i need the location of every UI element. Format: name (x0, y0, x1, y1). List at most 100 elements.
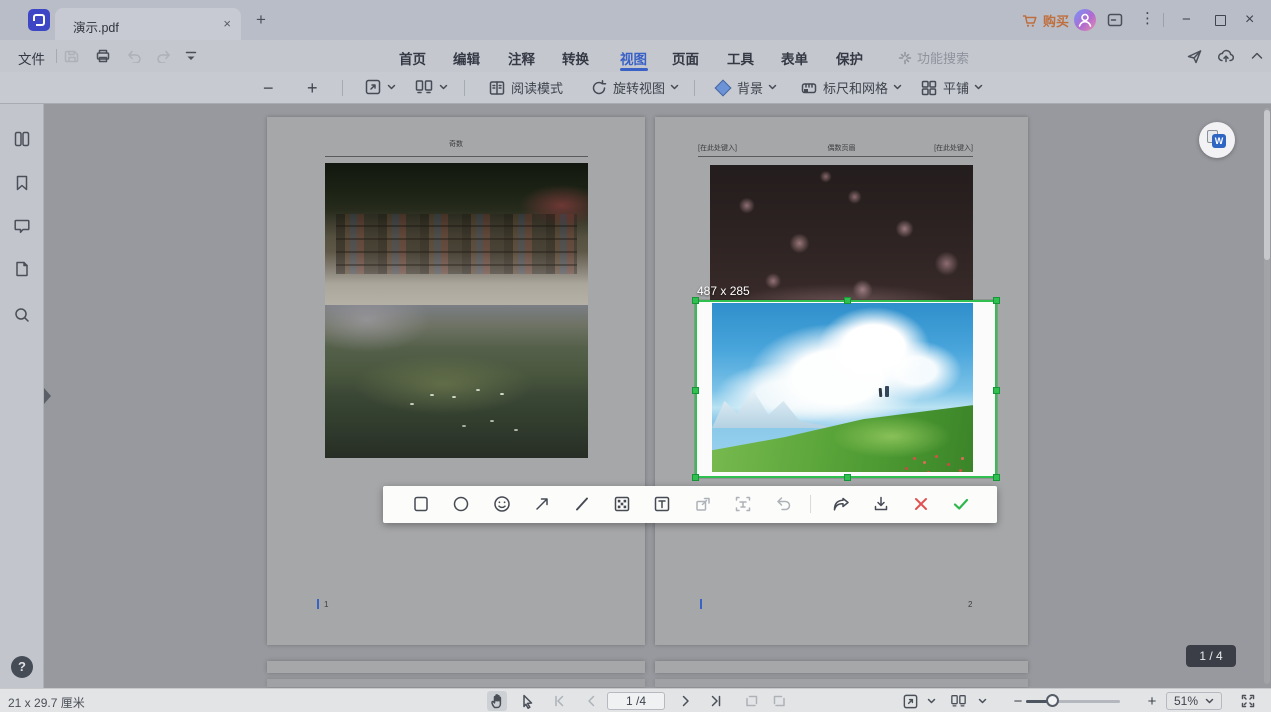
last-page-button[interactable] (706, 691, 726, 711)
text-recognition-tool-icon (733, 494, 753, 514)
text-tool-icon[interactable] (652, 494, 672, 514)
pdf-page-4-stub (655, 661, 1028, 673)
cancel-capture-icon[interactable] (911, 494, 931, 514)
zoom-in-button[interactable]: + (307, 78, 318, 99)
help-button[interactable]: ? (11, 656, 33, 678)
background-dropdown[interactable]: 背景 (714, 78, 777, 97)
previous-page-button[interactable] (581, 691, 601, 711)
select-tool-button[interactable] (517, 691, 537, 711)
page-number-input[interactable]: 1 /4 (607, 692, 665, 710)
first-page-button[interactable] (549, 691, 569, 711)
menu-tab-protect[interactable]: 保护 (836, 48, 863, 68)
redo-icon[interactable] (156, 49, 172, 63)
next-view-button[interactable] (769, 691, 789, 711)
ellipse-tool-icon[interactable] (451, 494, 471, 514)
feedback-icon[interactable] (1106, 11, 1124, 29)
emoji-tool-icon[interactable] (492, 494, 512, 514)
more-menu-icon[interactable]: ⋮ (1140, 11, 1155, 27)
zoom-slider-track[interactable] (1026, 700, 1120, 703)
page-view-mode-dropdown[interactable] (948, 691, 968, 711)
resize-handle-nw[interactable] (692, 297, 699, 304)
document-canvas[interactable]: 奇数 1 [在此处键入] 偶数页眉 [在此处键入] 2 (44, 104, 1271, 688)
convert-to-word-button[interactable]: W (1199, 122, 1235, 158)
resize-handle-e[interactable] (993, 387, 1000, 394)
save-icon[interactable] (64, 48, 80, 64)
save-capture-icon[interactable] (871, 494, 891, 514)
zoom-out-button[interactable]: − (263, 78, 274, 99)
previous-view-button[interactable] (741, 691, 761, 711)
app-logo-icon (28, 9, 50, 31)
menu-tab-form[interactable]: 表单 (781, 48, 808, 68)
menu-file[interactable]: 文件 (18, 48, 45, 68)
new-tab-button[interactable]: + (256, 10, 266, 30)
resize-handle-n[interactable] (844, 297, 851, 304)
quick-access-dropdown-icon[interactable] (184, 50, 198, 62)
bookmarks-panel-icon[interactable] (13, 174, 31, 192)
pointer-icon (520, 693, 535, 709)
zoom-slider-plus[interactable]: + (1142, 691, 1162, 711)
thumbnails-panel-icon[interactable] (13, 130, 31, 148)
pdf-page-stub (655, 679, 1028, 687)
resize-handle-s[interactable] (844, 474, 851, 481)
view-toolbar: − + 阅读模式 旋转视图 背景 标尺和网格 (0, 72, 1271, 104)
window-maximize-button[interactable] (1215, 15, 1226, 26)
collapse-toolbar-icon[interactable] (1250, 50, 1264, 62)
zoom-slider-thumb[interactable] (1046, 694, 1059, 707)
rectangle-tool-icon[interactable] (411, 494, 431, 514)
hand-icon (490, 693, 505, 709)
vertical-scrollbar-thumb[interactable] (1264, 110, 1270, 260)
buy-button[interactable]: 购买 (1022, 11, 1069, 30)
arrow-tool-icon[interactable] (532, 494, 552, 514)
title-bar: 演示.pdf × + 购买 ⋮ − × (0, 0, 1271, 40)
rotate-view-dropdown[interactable]: 旋转视图 (590, 78, 679, 97)
document-tab[interactable]: 演示.pdf × (55, 8, 241, 40)
share-capture-icon[interactable] (831, 494, 851, 514)
pdf-page-1[interactable]: 奇数 1 (267, 117, 645, 645)
chevron-down-icon (893, 84, 902, 91)
current-page: 1 (626, 694, 633, 708)
left-panel-bar: ? (0, 104, 44, 688)
undo-icon[interactable] (126, 49, 142, 63)
resize-handle-ne[interactable] (993, 297, 1000, 304)
attachments-panel-icon[interactable] (13, 260, 31, 278)
tile-dropdown[interactable]: 平铺 (920, 78, 983, 97)
menu-tab-home[interactable]: 首页 (399, 48, 426, 68)
divider (342, 80, 343, 96)
menu-tab-convert[interactable]: 转换 (562, 48, 589, 68)
ruler-grid-dropdown[interactable]: 标尺和网格 (800, 78, 902, 97)
fullscreen-button[interactable] (1238, 691, 1258, 711)
hand-tool-button[interactable] (487, 691, 507, 711)
fit-page-dropdown[interactable] (364, 78, 396, 96)
sidebar-expand-handle[interactable] (44, 388, 51, 404)
reading-mode-button[interactable]: 阅读模式 (488, 78, 563, 97)
mosaic-tool-icon[interactable] (612, 494, 632, 514)
chevron-down-icon[interactable] (921, 691, 941, 711)
capture-selection-region[interactable]: 487 x 285 (695, 300, 997, 478)
fit-zoom-dropdown[interactable] (900, 691, 920, 711)
share-icon[interactable] (1186, 48, 1203, 65)
zoom-level-select[interactable]: 51% (1166, 692, 1222, 710)
window-minimize-button[interactable]: − (1182, 12, 1191, 28)
resize-handle-w[interactable] (692, 387, 699, 394)
menu-tab-page[interactable]: 页面 (672, 48, 699, 68)
menu-tab-view[interactable]: 视图 (620, 48, 647, 68)
pen-tool-icon[interactable] (572, 494, 592, 514)
resize-handle-sw[interactable] (692, 474, 699, 481)
menu-tab-edit[interactable]: 编辑 (453, 48, 480, 68)
cloud-upload-icon[interactable] (1217, 48, 1235, 64)
tab-close-icon[interactable]: × (223, 16, 231, 31)
search-panel-icon[interactable] (13, 306, 31, 324)
menu-tab-comment[interactable]: 注释 (508, 48, 535, 68)
zoom-slider-minus[interactable]: − (1008, 691, 1028, 711)
print-icon[interactable] (95, 48, 111, 64)
feature-search-button[interactable]: 功能搜索 (898, 48, 969, 67)
user-avatar[interactable] (1074, 9, 1096, 31)
next-page-button[interactable] (676, 691, 696, 711)
comments-panel-icon[interactable] (13, 217, 31, 235)
menu-tab-tools[interactable]: 工具 (727, 48, 754, 68)
page-layout-dropdown[interactable] (414, 78, 448, 96)
resize-handle-se[interactable] (993, 474, 1000, 481)
confirm-capture-icon[interactable] (951, 494, 971, 514)
chevron-down-icon[interactable] (972, 691, 992, 711)
window-close-button[interactable]: × (1245, 12, 1254, 28)
